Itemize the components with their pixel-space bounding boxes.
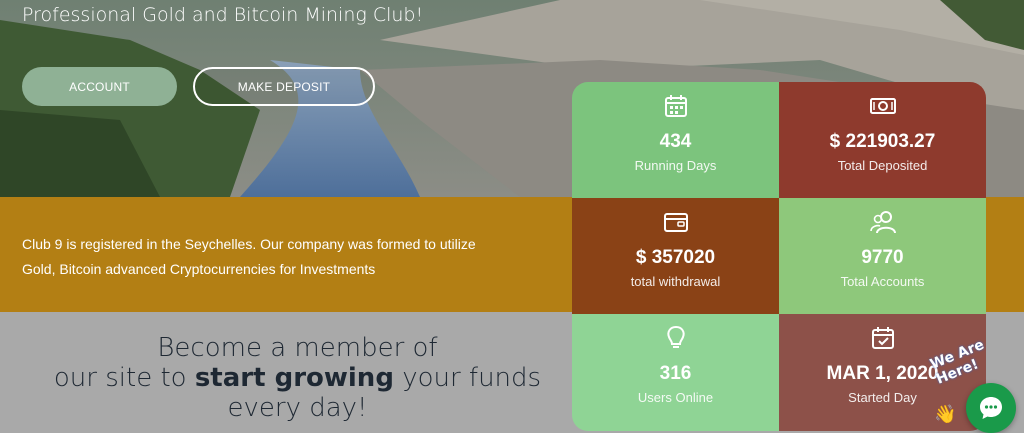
wallet-icon [663,213,688,232]
stat-value: $ 221903.27 [829,131,936,152]
join-line-1: Become a member of [157,333,438,363]
stat-total-withdrawal: $ 357020 total withdrawal [572,198,779,314]
calendar-icon [664,95,687,117]
stat-label: Running Days [634,158,717,173]
stat-value: 316 [659,363,692,384]
stat-label: Users Online [637,390,714,405]
make-deposit-button[interactable]: MAKE DEPOSIT [193,67,375,106]
cash-icon [869,98,896,114]
join-line-2-post: your funds [393,363,542,393]
calendar-check-icon [871,327,894,349]
join-line-2: our site to start growing your funds [40,363,555,393]
stat-label: Started Day [848,390,917,405]
stat-total-deposited: $ 221903.27 Total Deposited [779,82,986,198]
join-line-2-bold: start growing [194,363,394,393]
wave-hand-icon: 👋 [934,404,957,424]
join-line-3: every day! [227,393,368,423]
lightbulb-icon [666,325,685,348]
hero-subtitle: Professional Gold and Bitcoin Mining Clu… [22,4,424,26]
join-line-2-pre: our site to [53,363,195,393]
chat-bubble-icon [980,397,1002,419]
stat-label: Total Accounts [840,274,925,289]
chat-button[interactable] [966,383,1016,433]
join-heading: Become a member of our site to start gro… [40,333,555,423]
account-button[interactable]: ACCOUNT [22,67,177,106]
stat-total-accounts: 9770 Total Accounts [779,198,986,314]
users-icon [869,211,896,234]
stat-label: Total Deposited [837,158,928,173]
stat-running-days: 434 Running Days [572,82,779,198]
stats-grid: 434 Running Days $ 221903.27 Total Depos… [572,82,986,431]
stat-value: $ 357020 [635,247,716,268]
stat-users-online: 316 Users Online [572,314,779,431]
about-text: Club 9 is registered in the Seychelles. … [22,236,476,277]
stat-value: 9770 [861,247,904,268]
stat-value: 434 [659,131,692,152]
stat-label: total withdrawal [630,274,721,289]
